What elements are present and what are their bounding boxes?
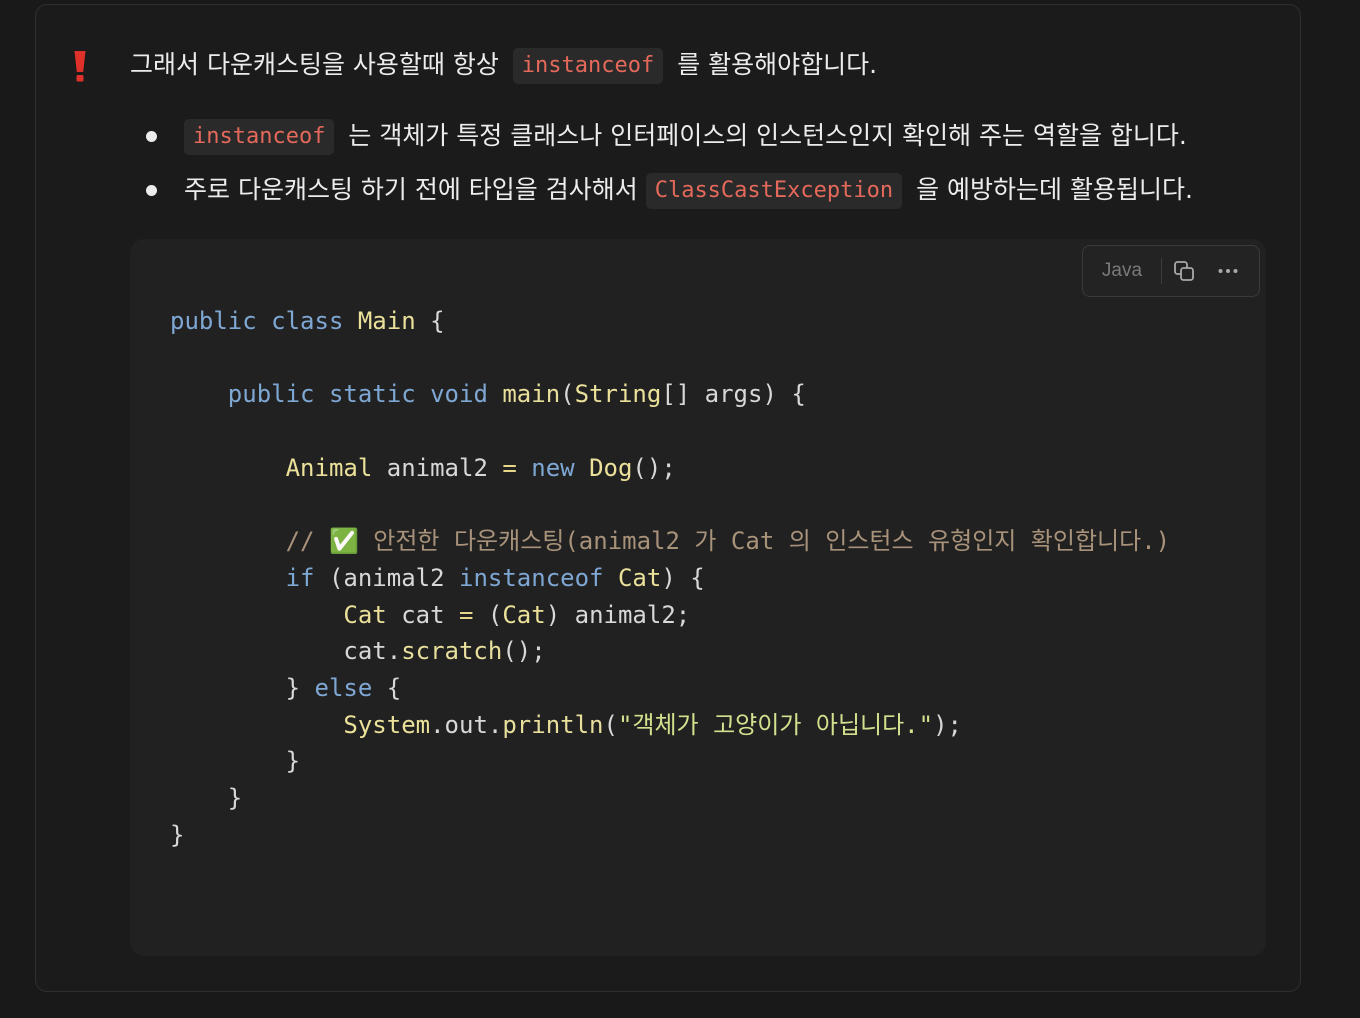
bullet-text: 주로 다운캐스팅 하기 전에 타입을 검사해서 — [184, 175, 638, 204]
code-token: Cat — [343, 600, 387, 629]
code-token: ( — [603, 710, 618, 739]
code-line: if (animal2 instanceof Cat) { — [170, 564, 705, 592]
code-line: public static void main(String[] args) { — [170, 380, 806, 408]
code-line: public class Main { — [170, 307, 445, 335]
inline-code-instanceof: instanceof — [512, 48, 664, 84]
code-token: (animal2 — [314, 563, 459, 592]
code-token: [] args) { — [661, 380, 806, 409]
callout-heading: 그래서 다운캐스팅을 사용할때 항상 instanceof 를 활용해야합니다. — [130, 45, 877, 85]
bullet-text: 을 예방하는데 활용됩니다. — [916, 175, 1193, 204]
code-token: } — [170, 820, 185, 849]
code-line: Animal animal2 = new Dog(); — [170, 454, 676, 482]
list-item: instanceof 는 객체가 특정 클래스나 인터페이스의 인스턴스인지 확… — [130, 116, 1193, 170]
exclamation-icon — [68, 45, 92, 85]
code-token: ); — [933, 710, 962, 739]
code-token: animal2 — [372, 453, 503, 482]
code-token: (); — [632, 453, 676, 482]
code-token: } — [170, 784, 243, 813]
code-token: // ✅ 안전한 다운캐스팅(animal2 가 Cat 의 인스턴스 유형인지… — [285, 527, 1171, 556]
more-options-icon[interactable] — [1206, 251, 1250, 291]
callout-block: 그래서 다운캐스팅을 사용할때 항상 instanceof 를 활용해야합니다.… — [35, 4, 1301, 992]
code-content[interactable]: public class Main { public static void m… — [170, 303, 1170, 854]
code-token: Animal — [285, 453, 373, 482]
code-token: new — [531, 453, 575, 482]
code-line: } else { — [170, 674, 402, 703]
inline-code: instanceof — [184, 119, 335, 155]
code-token: public — [170, 307, 257, 335]
code-line: } — [170, 821, 184, 849]
code-line: cat.scratch(); — [170, 637, 546, 666]
bullet-dot — [146, 131, 157, 142]
code-token: instanceof — [459, 563, 604, 592]
code-token: .out. — [430, 710, 503, 739]
heading-text-after: 를 활용해야합니다. — [677, 50, 878, 79]
code-token: Main — [357, 307, 416, 335]
code-token: } — [170, 674, 315, 703]
code-toolbar: Java — [1082, 245, 1260, 297]
code-line: } — [170, 784, 242, 812]
code-token: if — [285, 563, 315, 592]
code-token: scratch — [401, 637, 503, 666]
code-line: System.out.println("객체가 고양이가 아닙니다."); — [170, 711, 962, 739]
code-token: ) animal2; — [545, 600, 691, 629]
code-token: { — [372, 674, 402, 703]
code-token: main — [502, 380, 561, 409]
bullet-text: 는 객체가 특정 클래스나 인터페이스의 인스턴스인지 확인해 주는 역할을 합… — [348, 121, 1187, 150]
code-token: String — [574, 380, 662, 409]
code-token: public — [227, 380, 315, 409]
inline-code: ClassCastException — [645, 173, 903, 209]
code-line: } — [170, 747, 300, 775]
code-token: Cat — [617, 563, 662, 592]
code-token: } — [170, 747, 301, 776]
code-token: Dog — [589, 453, 633, 482]
code-token: println — [502, 710, 604, 739]
code-line: Cat cat = (Cat) animal2; — [170, 601, 690, 629]
bullet-list: instanceof 는 객체가 특정 클래스나 인터페이스의 인스턴스인지 확… — [130, 116, 1193, 224]
code-token: { — [415, 307, 445, 335]
code-token: ( — [560, 380, 575, 409]
code-token: static — [328, 380, 416, 409]
heading-text-before: 그래서 다운캐스팅을 사용할때 항상 — [130, 50, 499, 79]
code-token: class — [271, 307, 344, 335]
code-token: (); — [502, 637, 546, 666]
code-token: = — [502, 453, 517, 482]
code-token: ) { — [661, 563, 705, 592]
code-line: // ✅ 안전한 다운캐스팅(animal2 가 Cat 의 인스턴스 유형인지… — [170, 527, 1171, 556]
code-token: ( — [473, 600, 503, 629]
code-token: cat. — [170, 637, 402, 666]
list-item: 주로 다운캐스팅 하기 전에 타입을 검사해서 ClassCastExcepti… — [130, 170, 1193, 224]
code-token: System — [343, 710, 431, 739]
code-token: Cat — [502, 600, 546, 629]
language-selector[interactable]: Java — [1083, 260, 1161, 282]
code-token: "객체가 고양이가 아닙니다." — [617, 710, 934, 739]
bullet-dot — [146, 185, 157, 196]
code-token: else — [314, 674, 373, 703]
code-token: = — [459, 600, 474, 629]
copy-icon[interactable] — [1162, 251, 1206, 291]
code-block: Java public class Main { public static v… — [130, 239, 1266, 956]
code-token: void — [430, 380, 488, 409]
code-token: cat — [386, 600, 459, 629]
